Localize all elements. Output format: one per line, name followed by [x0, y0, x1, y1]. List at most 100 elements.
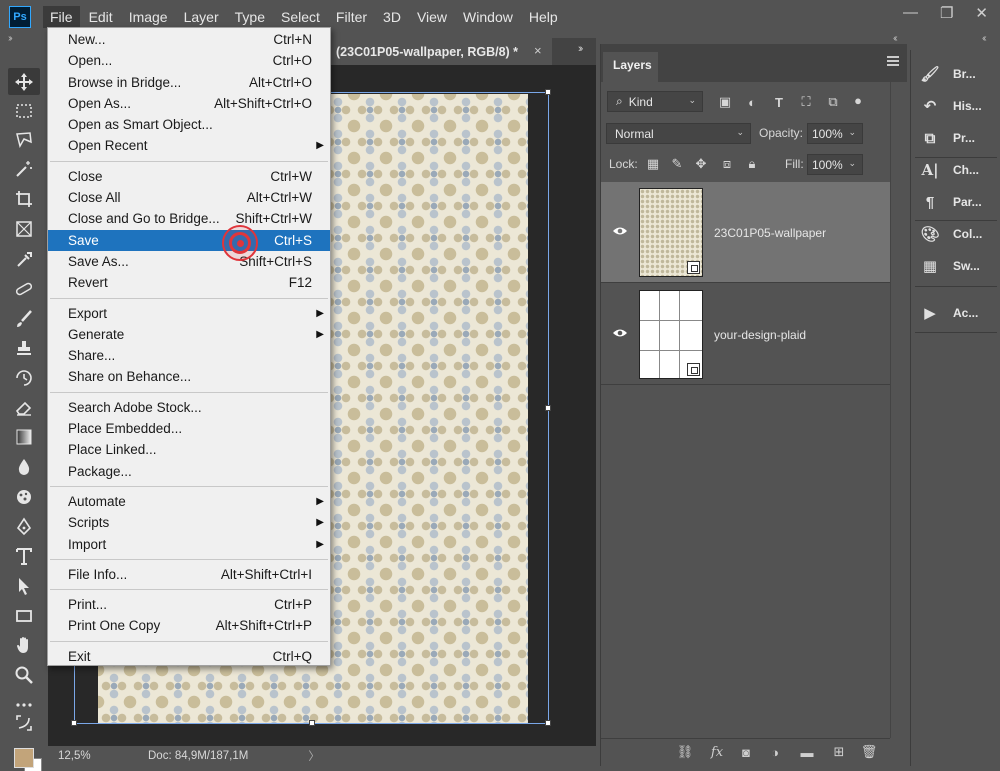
adjustment-layer-icon[interactable]: ◑	[767, 744, 783, 760]
menu-item-automate[interactable]: Automate ▶	[48, 491, 330, 512]
dock-actions[interactable]: ▶ Ac...	[919, 298, 997, 328]
menu-item-file-info[interactable]: File Info... Alt+Shift+Ctrl+I	[48, 564, 330, 585]
menu-edit[interactable]: Edit	[82, 6, 120, 28]
menu-item-print-one-copy[interactable]: Print One Copy Alt+Shift+Ctrl+P	[48, 615, 330, 636]
layer-name[interactable]: your-design-plaid	[714, 328, 806, 342]
eyedropper-tool[interactable]	[8, 245, 40, 272]
move-tool[interactable]	[8, 68, 40, 95]
new-layer-icon[interactable]: ⊞	[831, 744, 847, 760]
menu-window[interactable]: Window	[456, 6, 520, 28]
filter-pixel-icon[interactable]: ▣	[717, 94, 733, 110]
frame-tool[interactable]	[8, 215, 40, 242]
menu-item-open-recent[interactable]: Open Recent ▶	[48, 135, 330, 156]
menu-item-browse-in-bridge[interactable]: Browse in Bridge... Alt+Ctrl+O	[48, 72, 330, 93]
blur-tool[interactable]	[8, 453, 40, 480]
menu-filter[interactable]: Filter	[329, 6, 374, 28]
type-tool[interactable]	[8, 542, 40, 569]
zoom-level[interactable]: 12,5%	[58, 750, 108, 762]
menu-item-new[interactable]: New... Ctrl+N	[48, 29, 330, 50]
foreground-color-swatch[interactable]	[14, 748, 34, 768]
blend-mode-dropdown[interactable]: Normal ⌄	[606, 123, 751, 144]
filter-smart-object-icon[interactable]: ⧉	[825, 94, 841, 110]
layer-row-wallpaper[interactable]: 23C01P05-wallpaper	[601, 182, 890, 283]
transform-handle[interactable]	[545, 89, 551, 95]
menu-item-share[interactable]: Share...	[48, 345, 330, 366]
menu-item-share-on-behance[interactable]: Share on Behance...	[48, 366, 330, 387]
menu-image[interactable]: Image	[122, 6, 175, 28]
healing-brush-tool[interactable]	[8, 275, 40, 302]
menu-item-open-as[interactable]: Open As... Alt+Shift+Ctrl+O	[48, 93, 330, 114]
layers-tab[interactable]: Layers	[603, 52, 658, 82]
filter-adjustment-icon[interactable]: ◐	[744, 94, 760, 110]
lock-image-pixels-icon[interactable]: ✎	[669, 156, 685, 172]
lock-transparent-pixels-icon[interactable]: ▦	[645, 156, 661, 172]
menu-item-open[interactable]: Open... Ctrl+O	[48, 50, 330, 71]
status-expand-arrow-icon[interactable]: 〉	[308, 748, 320, 764]
dock-properties[interactable]: ⧉ Pr...	[919, 123, 997, 153]
menu-item-scripts[interactable]: Scripts ▶	[48, 512, 330, 533]
filter-shape-icon[interactable]: ⛶	[798, 94, 814, 110]
collapse-dock-chevron-icon[interactable]: ‹‹	[982, 33, 986, 44]
rectangle-tool[interactable]	[8, 602, 40, 629]
close-button[interactable]: ✕	[975, 4, 988, 22]
menu-item-close-all[interactable]: Close All Alt+Ctrl+W	[48, 187, 330, 208]
menu-item-close[interactable]: Close Ctrl+W	[48, 166, 330, 187]
expand-chevron-icon[interactable]: ››	[8, 33, 12, 44]
transform-handle[interactable]	[545, 405, 551, 411]
transform-handle[interactable]	[545, 720, 551, 726]
document-tab[interactable]: (23C01P05-wallpaper, RGB/8) *	[330, 38, 552, 65]
magic-wand-tool[interactable]	[8, 155, 40, 182]
layer-name[interactable]: 23C01P05-wallpaper	[714, 226, 826, 240]
dock-brushes[interactable]: 🖌︎ Br...	[919, 59, 997, 89]
dodge-tool[interactable]	[8, 483, 40, 510]
menu-item-generate[interactable]: Generate ▶	[48, 324, 330, 345]
eye-icon[interactable]	[612, 226, 628, 236]
filter-type-icon[interactable]: T	[771, 94, 787, 110]
clone-stamp-tool[interactable]	[8, 334, 40, 361]
menu-item-save[interactable]: Save Ctrl+S	[48, 229, 330, 251]
marquee-tool[interactable]	[8, 97, 40, 124]
menu-type[interactable]: Type	[228, 6, 272, 28]
fill-input[interactable]: 100% ⌄	[807, 154, 863, 175]
minimize-button[interactable]: —	[903, 4, 918, 22]
path-selection-tool[interactable]	[8, 572, 40, 599]
dock-history[interactable]: ↶ His...	[919, 91, 997, 121]
panel-menu-icon[interactable]	[887, 56, 899, 66]
restore-button[interactable]: ❐	[940, 4, 953, 22]
menu-item-place-embedded[interactable]: Place Embedded...	[48, 418, 330, 439]
lock-all-icon[interactable]: 🔒︎	[744, 156, 760, 172]
layers-scrollbar[interactable]	[890, 82, 907, 738]
layer-row-plaid[interactable]: your-design-plaid	[601, 284, 890, 385]
lasso-tool[interactable]	[8, 126, 40, 153]
dock-swatches[interactable]: ▦ Sw...	[919, 251, 997, 281]
filter-kind-dropdown[interactable]: ⌕ Kind ⌄	[607, 91, 703, 112]
trash-icon[interactable]: 🗑︎	[861, 744, 878, 760]
zoom-tool[interactable]	[8, 661, 40, 688]
dock-character[interactable]: A| Ch...	[919, 155, 997, 185]
dock-paragraph[interactable]: ¶ Par...	[919, 187, 997, 217]
menu-item-export[interactable]: Export ▶	[48, 303, 330, 324]
menu-item-exit[interactable]: Exit Ctrl+Q	[48, 646, 330, 667]
new-group-icon[interactable]: ▬	[799, 744, 815, 760]
history-brush-tool[interactable]	[8, 364, 40, 391]
transform-handle[interactable]	[309, 720, 315, 726]
menu-item-search-adobe-stock[interactable]: Search Adobe Stock...	[48, 397, 330, 418]
transform-handle[interactable]	[71, 720, 77, 726]
crop-tool[interactable]	[8, 185, 40, 212]
add-mask-icon[interactable]: ◙	[738, 744, 754, 760]
fx-icon[interactable]: fx	[709, 744, 725, 760]
menu-item-print[interactable]: Print... Ctrl+P	[48, 594, 330, 615]
lock-artboard-icon[interactable]: ⧈	[719, 156, 735, 172]
menu-help[interactable]: Help	[522, 6, 565, 28]
hand-tool[interactable]	[8, 631, 40, 658]
menu-item-place-linked[interactable]: Place Linked...	[48, 439, 330, 460]
brush-tool[interactable]	[8, 305, 40, 332]
gradient-tool[interactable]	[8, 423, 40, 450]
tabs-overflow-chevron-icon[interactable]: ››	[578, 43, 584, 55]
filter-toggle-icon[interactable]: ●	[850, 92, 866, 108]
menu-item-close-and-go-to-bridge[interactable]: Close and Go to Bridge... Shift+Ctrl+W	[48, 208, 330, 229]
menu-item-save-as[interactable]: Save As... Shift+Ctrl+S	[48, 251, 330, 272]
menu-item-import[interactable]: Import ▶	[48, 534, 330, 555]
opacity-input[interactable]: 100% ⌄	[807, 123, 863, 144]
menu-item-open-as-smart-object[interactable]: Open as Smart Object...	[48, 114, 330, 135]
